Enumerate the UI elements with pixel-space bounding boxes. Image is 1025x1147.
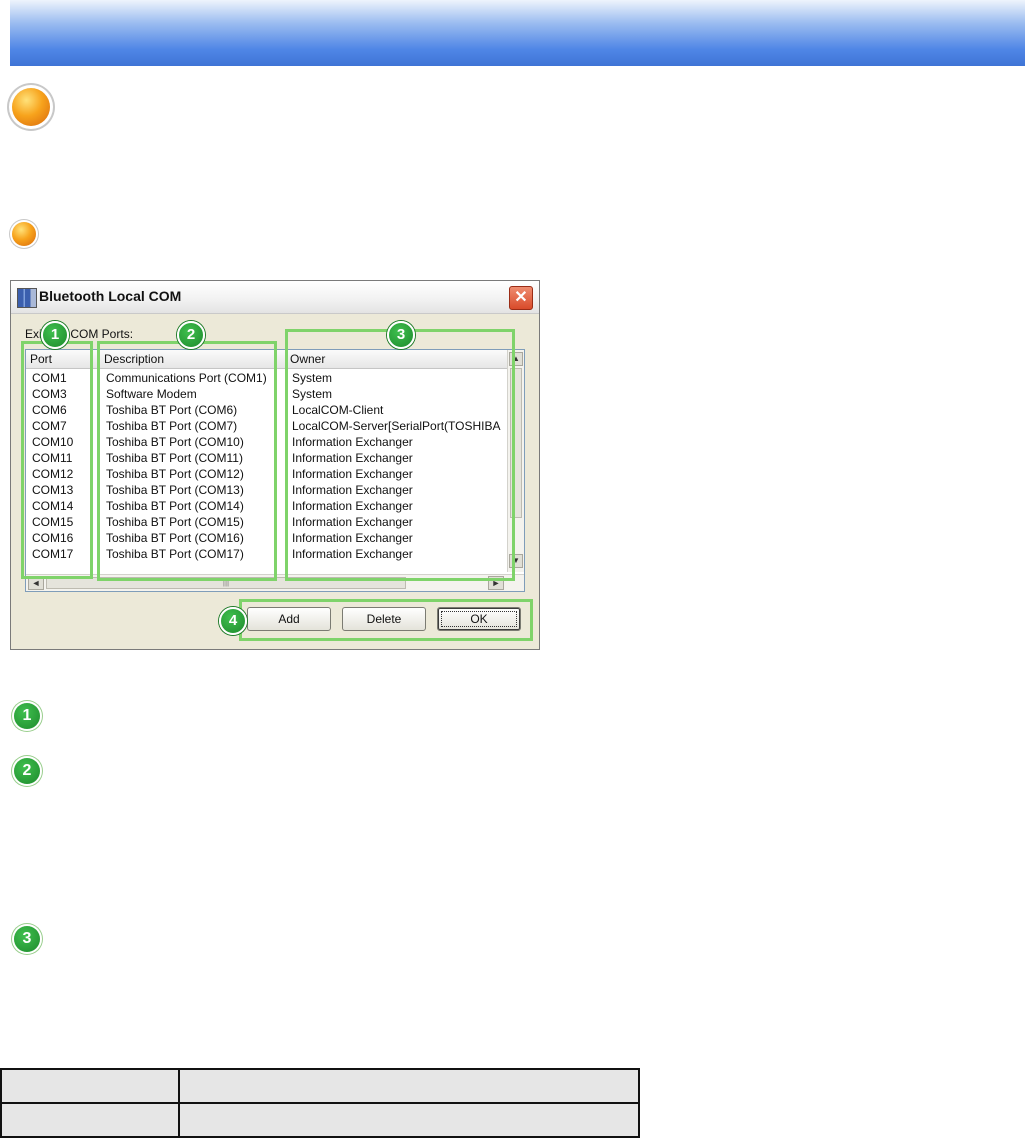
title-bar[interactable]: Bluetooth Local COM ✕ bbox=[11, 281, 539, 314]
callout-1: 1 bbox=[41, 321, 69, 349]
table-cell bbox=[0, 1068, 180, 1104]
orange-bullet-small-icon bbox=[12, 222, 36, 246]
header-banner bbox=[10, 0, 1025, 66]
table-row bbox=[0, 1068, 640, 1104]
section-marker-3: 3 bbox=[14, 926, 40, 952]
table-cell bbox=[178, 1068, 640, 1104]
dialog-title: Bluetooth Local COM bbox=[39, 288, 182, 304]
table-cell bbox=[178, 1102, 640, 1138]
bluetooth-local-com-dialog: Bluetooth Local COM ✕ Existing COM Ports… bbox=[10, 280, 540, 650]
section-marker-2: 2 bbox=[14, 758, 40, 784]
orange-bullet-icon bbox=[12, 88, 50, 126]
bottom-table bbox=[0, 1068, 640, 1138]
callout-2: 2 bbox=[177, 321, 205, 349]
bluetooth-app-icon bbox=[17, 288, 37, 308]
table-cell bbox=[0, 1102, 180, 1138]
highlight-description-column bbox=[97, 341, 277, 581]
close-button[interactable]: ✕ bbox=[509, 286, 533, 310]
highlight-port-column bbox=[21, 341, 93, 579]
highlight-owner-column bbox=[285, 329, 515, 581]
section-marker-1: 1 bbox=[14, 703, 40, 729]
callout-3: 3 bbox=[387, 321, 415, 349]
table-row bbox=[0, 1102, 640, 1138]
callout-4: 4 bbox=[219, 607, 247, 635]
highlight-buttons bbox=[239, 599, 533, 641]
